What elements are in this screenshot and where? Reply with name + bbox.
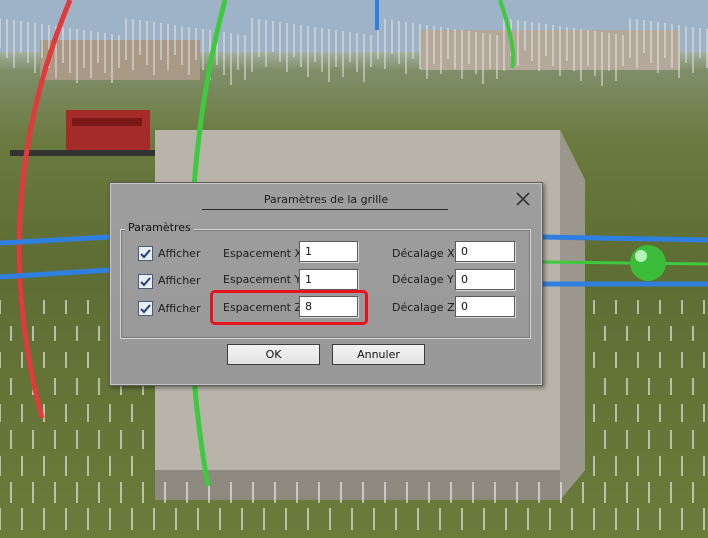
- spacing-x-label: Espacement X: [223, 247, 303, 260]
- spacing-y-field[interactable]: 1: [299, 269, 358, 290]
- show-x-label: Afficher: [158, 247, 201, 260]
- offset-x-field[interactable]: 0: [455, 241, 515, 262]
- group-label: Paramètres: [125, 221, 194, 234]
- close-button[interactable]: [514, 190, 532, 208]
- offset-y-field[interactable]: 0: [455, 269, 515, 290]
- close-icon: [516, 192, 530, 206]
- show-y-checkbox[interactable]: [138, 274, 153, 289]
- checkmark-icon: [140, 304, 151, 314]
- checkmark-icon: [140, 277, 151, 287]
- ok-button[interactable]: OK: [227, 344, 320, 365]
- spacing-x-field[interactable]: 1: [299, 241, 358, 262]
- checkmark-icon: [140, 249, 151, 259]
- show-x-checkbox[interactable]: [138, 246, 153, 261]
- grid-settings-dialog: Paramètres de la grille Paramètres Affic…: [109, 182, 543, 386]
- cancel-button[interactable]: Annuler: [332, 344, 425, 365]
- title-underline: [202, 209, 448, 210]
- highlight-box: [210, 290, 368, 325]
- spacing-y-label: Espacement Y: [223, 273, 302, 286]
- show-z-checkbox[interactable]: [138, 301, 153, 316]
- offset-x-label: Décalage X: [392, 247, 455, 260]
- show-y-label: Afficher: [158, 274, 201, 287]
- dialog-title: Paramètres de la grille: [263, 193, 389, 206]
- show-z-label: Afficher: [158, 302, 201, 315]
- offset-z-field[interactable]: 0: [455, 296, 515, 317]
- offset-y-label: Décalage Y: [392, 273, 454, 286]
- offset-z-label: Décalage Z: [392, 301, 455, 314]
